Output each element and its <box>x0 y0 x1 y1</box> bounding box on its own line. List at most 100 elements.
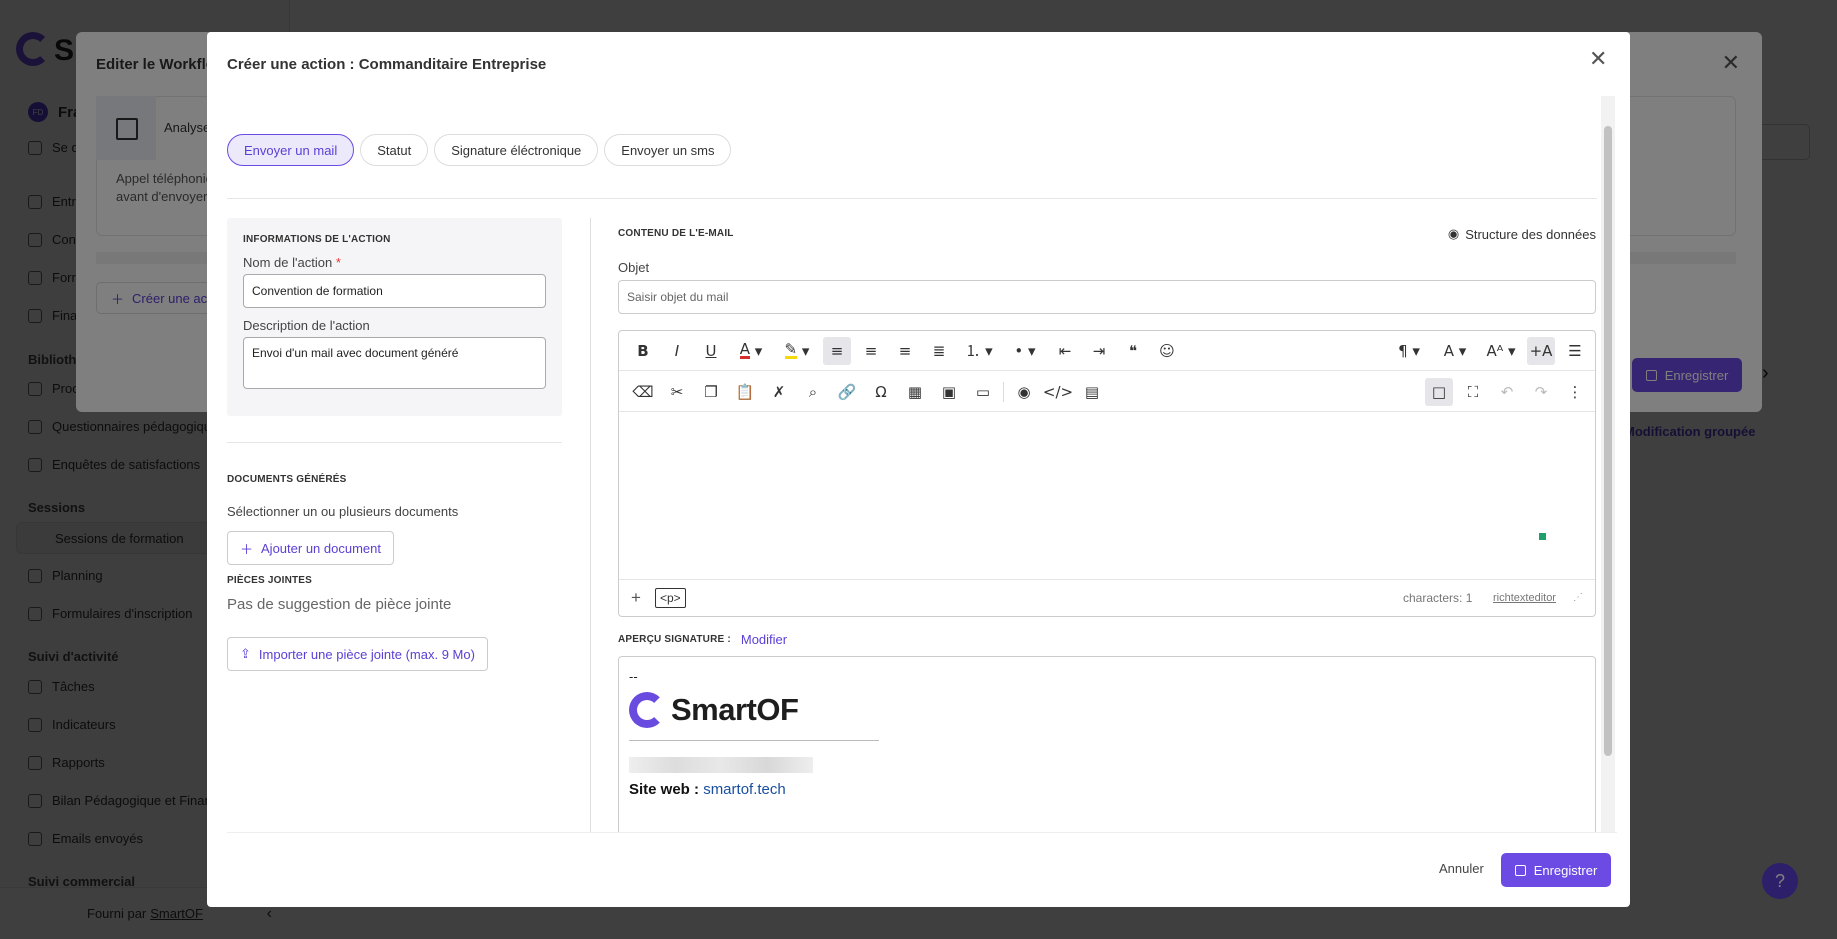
website-link[interactable]: smartof.tech <box>703 781 786 798</box>
align-justify-icon[interactable]: ≣ <box>925 337 953 365</box>
italic-icon[interactable]: I <box>663 337 691 365</box>
scrollbar-thumb[interactable] <box>1604 126 1612 756</box>
footer-divider <box>227 832 1617 833</box>
search-icon[interactable]: ⌕ <box>799 378 827 406</box>
signature-logo: SmartOF <box>629 692 1585 728</box>
modal-scrollbar[interactable] <box>1601 96 1615 832</box>
grammar-indicator-icon <box>1539 533 1546 540</box>
action-info-box: Informations de l'action Nom de l'action… <box>227 218 562 416</box>
signature-logo-text: SmartOF <box>671 692 799 727</box>
data-structure-link[interactable]: ◉ Structure des données <box>1448 226 1596 242</box>
video-icon[interactable]: ▭ <box>969 378 997 406</box>
emoji-icon[interactable]: ☺ <box>1153 337 1181 365</box>
editor-brand-link[interactable]: richtexteditor <box>1493 592 1556 604</box>
save-label: Enregistrer <box>1533 862 1598 878</box>
special-char-icon[interactable]: Ω <box>867 378 895 406</box>
font-size-icon[interactable]: Aᴬ ▾ <box>1481 337 1521 365</box>
editor-status-bar: + <p> characters: 1 richtexteditor ⋰ <box>619 579 1595 616</box>
paste-icon[interactable]: 📋 <box>731 378 759 406</box>
save-button[interactable]: Enregistrer <box>1501 853 1611 887</box>
action-type-tabs: Envoyer un mail Statut Signature éléctro… <box>227 134 732 166</box>
undo-icon[interactable]: ↶ <box>1493 378 1521 406</box>
quote-icon[interactable]: ❝ <box>1119 337 1147 365</box>
tab-send-sms[interactable]: Envoyer un sms <box>604 134 732 166</box>
create-action-modal: Créer une action : Commanditaire Entrepr… <box>207 32 1630 907</box>
highlight-color-icon[interactable]: ✎ ▾ <box>777 337 817 365</box>
modal-body: Envoyer un mail Statut Signature éléctro… <box>227 96 1617 832</box>
align-center-icon[interactable]: ≡ <box>857 337 885 365</box>
import-attachment-button[interactable]: ⇪ Importer une pièce jointe (max. 9 Mo) <box>227 637 488 671</box>
editor-content-area[interactable] <box>619 413 1595 579</box>
current-tag[interactable]: <p> <box>654 588 686 608</box>
align-right-icon[interactable]: ≡ <box>891 337 919 365</box>
bold-icon[interactable]: B <box>629 337 657 365</box>
subject-input[interactable] <box>618 280 1596 314</box>
tab-send-mail[interactable]: Envoyer un mail <box>227 134 355 166</box>
fullscreen-icon[interactable]: ⛶ <box>1459 378 1487 406</box>
required-marker: * <box>335 255 341 270</box>
signature-rule <box>629 740 879 741</box>
copy-icon[interactable]: ❐ <box>697 378 725 406</box>
data-structure-label: Structure des données <box>1465 226 1596 242</box>
editor-toolbar-row: B I U A ▾ ✎ ▾ ≡ ≡ ≡ ≣ ⒈ ▾ • ▾ ⇤ ⇥ ❝ ☺ ¶ <box>619 331 1595 371</box>
character-count: characters: 1 <box>1403 591 1473 605</box>
action-description-input[interactable]: Envoi d'un mail avec document généré <box>243 337 546 389</box>
line-height-icon[interactable]: ☰ <box>1561 337 1589 365</box>
link-icon[interactable]: 🔗 <box>833 378 861 406</box>
code-icon[interactable]: </> <box>1043 378 1073 406</box>
save-icon <box>1514 864 1526 876</box>
close-icon[interactable]: ✕ <box>1589 48 1607 70</box>
image-icon[interactable]: ▣ <box>935 378 963 406</box>
divider <box>227 198 1597 199</box>
section-title: Informations de l'action <box>243 234 391 245</box>
name-label-text: Nom de l'action <box>243 255 333 270</box>
outdent-icon[interactable]: ⇤ <box>1051 337 1079 365</box>
eye-icon: ◉ <box>1447 226 1460 241</box>
cancel-button[interactable]: Annuler <box>1439 861 1484 876</box>
font-family-icon[interactable]: A ▾ <box>1435 337 1475 365</box>
desc-label: Description de l'action <box>243 318 370 333</box>
unordered-list-icon[interactable]: • ▾ <box>1005 337 1045 365</box>
clear-format-icon[interactable]: ✗ <box>765 378 793 406</box>
eraser-icon[interactable]: ⌫ <box>629 378 657 406</box>
align-left-icon[interactable]: ≡ <box>823 336 851 365</box>
tab-e-signature[interactable]: Signature éléctronique <box>434 134 599 166</box>
upload-icon: ⇪ <box>240 646 251 661</box>
table-icon[interactable]: ▦ <box>901 378 929 406</box>
editor-toolbar-row: ⌫ ✂ ❐ 📋 ✗ ⌕ 🔗 Ω ▦ ▣ ▭ ◉ </> ▤ □ ⛶ ↶ ↷ ⋮ <box>619 372 1595 412</box>
add-document-button[interactable]: ＋ Ajouter un document <box>227 531 394 565</box>
more-icon[interactable]: ⋮ <box>1561 378 1589 406</box>
blurred-contact-info <box>629 757 813 773</box>
cut-icon[interactable]: ✂ <box>663 378 691 406</box>
tab-status[interactable]: Statut <box>360 134 429 166</box>
signature-separator: -- <box>629 669 638 684</box>
plus-icon[interactable]: + <box>631 588 641 608</box>
border-toggle-icon[interactable]: □ <box>1425 377 1453 406</box>
paragraph-icon[interactable]: ¶ ▾ <box>1389 337 1429 365</box>
action-name-input[interactable] <box>243 274 546 308</box>
section-title: Documents générés <box>227 474 347 485</box>
signature-website: Site web : smartof.tech <box>629 781 1585 798</box>
indent-icon[interactable]: ⇥ <box>1085 337 1113 365</box>
format-icon[interactable]: +A <box>1527 336 1555 365</box>
name-label: Nom de l'action * <box>243 255 546 270</box>
plus-icon: ＋ <box>240 541 254 557</box>
preview-icon[interactable]: ◉ <box>1010 378 1038 406</box>
ordered-list-icon[interactable]: ⒈ ▾ <box>959 337 999 365</box>
modify-signature-link[interactable]: Modifier <box>741 632 787 647</box>
column-divider <box>590 218 591 832</box>
page-break-icon[interactable]: ▤ <box>1078 378 1106 406</box>
modal-title: Créer une action : Commanditaire Entrepr… <box>227 56 547 73</box>
underline-icon[interactable]: U <box>697 337 725 365</box>
redo-icon[interactable]: ↷ <box>1527 378 1555 406</box>
text-color-icon[interactable]: A ▾ <box>731 337 771 365</box>
section-title: Aperçu signature : <box>618 634 731 645</box>
smartof-logo-icon <box>629 692 665 728</box>
rich-text-editor: B I U A ▾ ✎ ▾ ≡ ≡ ≡ ≣ ⒈ ▾ • ▾ ⇤ ⇥ ❝ ☺ ¶ <box>618 330 1596 617</box>
website-label: Site web : <box>629 781 700 798</box>
resize-grip-icon[interactable]: ⋰ <box>1573 592 1583 603</box>
divider <box>1003 381 1004 402</box>
section-title: Pièces jointes <box>227 575 313 586</box>
docs-hint: Sélectionner un ou plusieurs documents <box>227 504 459 519</box>
signature-preview: -- SmartOF Site web : smartof.tech <box>618 656 1596 832</box>
